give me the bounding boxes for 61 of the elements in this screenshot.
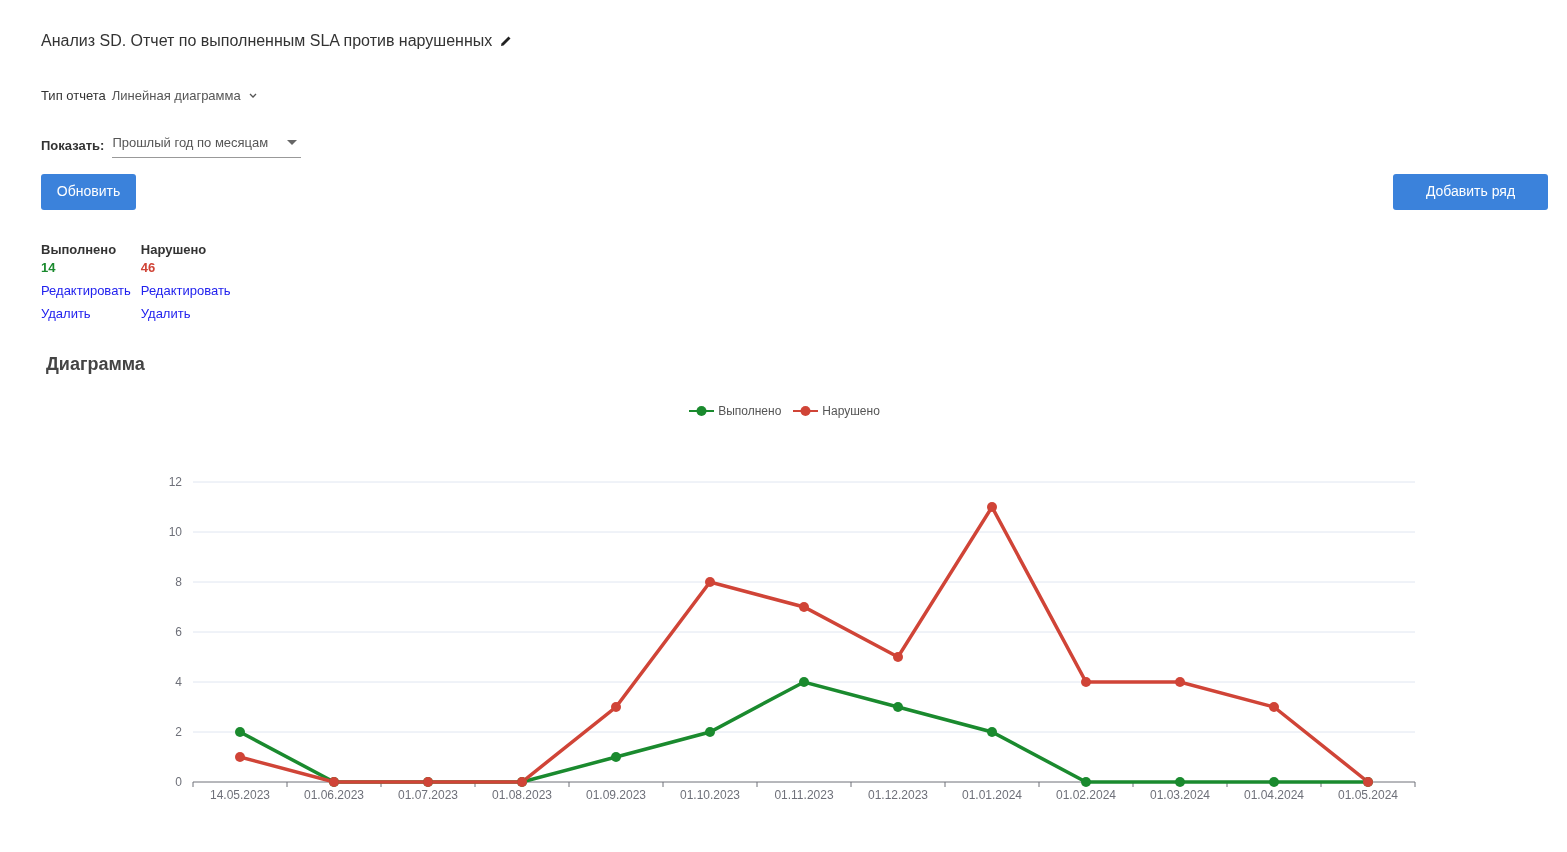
add-series-button[interactable]: Добавить ряд: [1393, 173, 1548, 210]
dropdown-arrow-icon: [287, 139, 298, 146]
x-tick-label: 01.07.2023: [397, 787, 459, 802]
legend-marker-icon: [689, 404, 715, 417]
chevron-down-icon: [248, 93, 257, 99]
data-point: [611, 701, 621, 712]
data-point: [893, 701, 903, 712]
show-label: Показать:: [41, 136, 105, 155]
y-tick-label: 2: [175, 724, 182, 739]
edit-link[interactable]: Редактировать: [140, 281, 231, 300]
x-tick-label: 01.11.2023: [774, 787, 834, 802]
edit-link[interactable]: Редактировать: [41, 281, 131, 300]
data-point: [235, 751, 245, 762]
data-point: [705, 726, 715, 737]
data-point: [987, 501, 997, 512]
data-point: [611, 751, 621, 762]
delete-link[interactable]: Удалить: [140, 304, 191, 323]
x-tick-label: 01.01.2024: [961, 787, 1023, 802]
x-tick-label: 01.06.2023: [303, 787, 365, 802]
x-tick-label: 01.05.2024: [1337, 787, 1399, 802]
y-tick-label: 6: [175, 624, 182, 639]
data-point: [893, 651, 903, 662]
data-point: [1081, 676, 1091, 687]
x-tick-label: 01.12.2023: [867, 787, 929, 802]
series-count: 14: [41, 258, 57, 277]
data-point: [799, 676, 809, 687]
refresh-button[interactable]: Обновить: [41, 173, 136, 210]
series-count: 46: [140, 258, 157, 277]
data-point: [1269, 701, 1279, 712]
x-tick-label: 01.03.2024: [1149, 787, 1211, 802]
data-point: [799, 601, 809, 612]
x-tick-label: 01.09.2023: [585, 787, 647, 802]
y-tick-label: 8: [175, 574, 182, 589]
series-name: Нарушено: [140, 240, 208, 259]
y-tick-label: 10: [168, 524, 182, 539]
x-tick-label: 01.04.2024: [1243, 787, 1305, 802]
series-name: Выполнено: [41, 240, 118, 259]
data-point: [1175, 676, 1185, 687]
period-select[interactable]: Прошлый год по месяцам: [112, 133, 302, 158]
legend-marker-icon: [793, 404, 819, 417]
legend-item[interactable]: Выполнено: [689, 401, 782, 420]
y-tick-label: 12: [168, 474, 182, 489]
report-type-dropdown[interactable]: Линейная диаграмма: [111, 86, 257, 106]
data-point: [1175, 776, 1185, 787]
data-point: [987, 726, 997, 737]
data-point: [1081, 776, 1091, 787]
y-tick-label: 0: [175, 774, 182, 789]
delete-link[interactable]: Удалить: [41, 304, 91, 323]
x-tick-label: 14.05.2023: [209, 787, 271, 802]
pencil-icon[interactable]: [500, 35, 513, 47]
data-point: [235, 726, 245, 737]
x-tick-label: 01.10.2023: [679, 787, 741, 802]
x-tick-label: 01.08.2023: [491, 787, 553, 802]
x-tick-label: 01.02.2024: [1055, 787, 1117, 802]
chart-heading: Диаграмма: [46, 352, 146, 376]
report-type-label: Тип отчета: [41, 87, 106, 106]
y-tick-label: 4: [175, 674, 182, 689]
data-point: [1269, 776, 1279, 787]
legend-item[interactable]: Нарушено: [793, 401, 880, 420]
report-title: Анализ SD. Отчет по выполненным SLA против нарушенных: [41, 31, 493, 51]
data-point: [705, 576, 715, 587]
